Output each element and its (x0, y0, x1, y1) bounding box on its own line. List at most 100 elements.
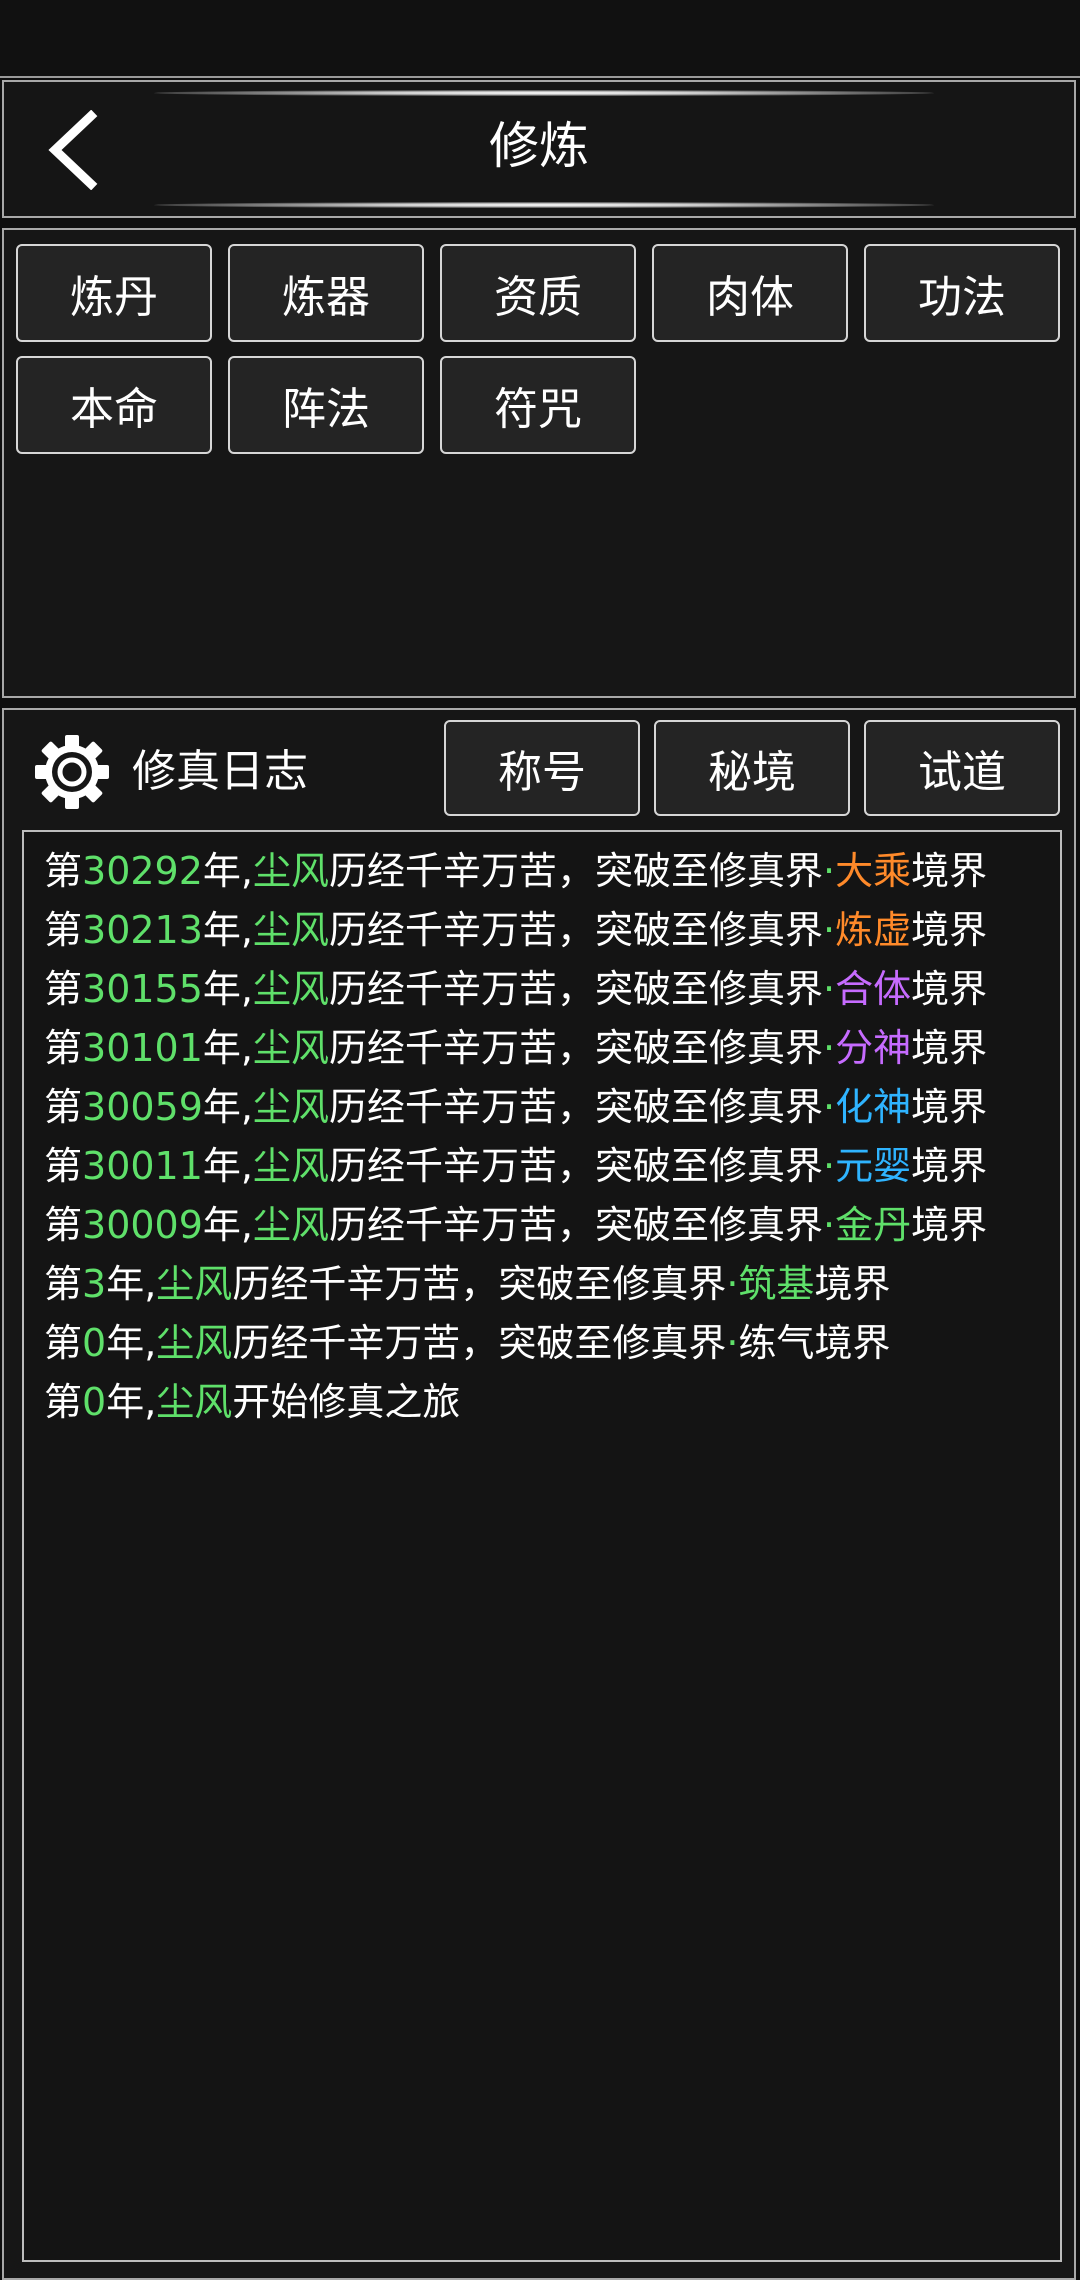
header-glow-top (154, 90, 934, 96)
log-entry: 第0年,尘风历经千辛万苦，突破至修真界·练气境界 (44, 1314, 1060, 1373)
skill-panel: 炼丹 炼器 资质 肉体 功法 本命 阵法 符咒 (2, 228, 1076, 698)
log-dot: · (823, 908, 836, 952)
log-text: 历经千辛万苦，突破至修真界 (329, 1085, 824, 1129)
skill-button-formation[interactable]: 阵法 (228, 356, 424, 454)
tab-title[interactable]: 称号 (444, 720, 640, 816)
log-prefix: 第 (44, 1144, 83, 1188)
tab-trial[interactable]: 试道 (864, 720, 1060, 816)
log-text: 开始修真之旅 (232, 1380, 461, 1424)
log-year-suffix: 年, (202, 1203, 253, 1247)
log-character-name: 尘风 (253, 908, 330, 952)
log-list: 第30292年,尘风历经千辛万苦，突破至修真界·大乘境界 第30213年,尘风历经… (22, 830, 1062, 2262)
log-realm-suffix: 境界 (911, 1203, 988, 1247)
header-bar: 修炼 (2, 80, 1076, 218)
log-prefix: 第 (44, 908, 83, 952)
log-realm-suffix: 境界 (911, 1085, 988, 1129)
log-entry: 第3年,尘风历经千辛万苦，突破至修真界·筑基境界 (44, 1255, 1060, 1314)
skill-button-talisman[interactable]: 符咒 (440, 356, 636, 454)
log-year: 30009 (82, 1203, 203, 1247)
log-dot: · (823, 1085, 836, 1129)
log-entry: 第30155年,尘风历经千辛万苦，突破至修真界·合体境界 (44, 960, 1060, 1019)
log-prefix: 第 (44, 1380, 83, 1424)
log-dot: · (823, 967, 836, 1011)
log-year-suffix: 年, (202, 849, 253, 893)
log-entry: 第30059年,尘风历经千辛万苦，突破至修真界·化神境界 (44, 1078, 1060, 1137)
log-text: 历经千辛万苦，突破至修真界 (329, 908, 824, 952)
skill-button-refining[interactable]: 炼器 (228, 244, 424, 342)
log-year-suffix: 年, (202, 1026, 253, 1070)
log-year-suffix: 年, (202, 1085, 253, 1129)
log-year: 30155 (82, 967, 203, 1011)
log-realm-suffix: 境界 (911, 967, 988, 1011)
log-prefix: 第 (44, 1203, 83, 1247)
log-panel: 修真日志 称号 秘境 试道 第30292年,尘风历经千辛万苦，突破至修真界·大乘… (2, 708, 1076, 2280)
log-realm: 炼虚 (835, 908, 912, 952)
log-year-suffix: 年, (106, 1262, 157, 1306)
log-year-suffix: 年, (202, 967, 253, 1011)
log-prefix: 第 (44, 849, 83, 893)
log-dot: · (726, 1321, 739, 1365)
log-year: 30292 (82, 849, 203, 893)
log-entry: 第30292年,尘风历经千辛万苦，突破至修真界·大乘境界 (44, 842, 1060, 901)
log-dot: · (726, 1262, 739, 1306)
log-realm: 分神 (835, 1026, 912, 1070)
log-text: 历经千辛万苦，突破至修真界 (329, 849, 824, 893)
skill-button-aptitude[interactable]: 资质 (440, 244, 636, 342)
log-text: 历经千辛万苦，突破至修真界 (329, 1203, 824, 1247)
log-year-suffix: 年, (202, 1144, 253, 1188)
log-realm: 化神 (835, 1085, 912, 1129)
log-dot: · (823, 849, 836, 893)
log-prefix: 第 (44, 1321, 83, 1365)
log-character-name: 尘风 (156, 1262, 233, 1306)
log-realm-suffix: 境界 (911, 849, 988, 893)
log-prefix: 第 (44, 1026, 83, 1070)
status-bar (0, 0, 1080, 78)
log-dot: · (823, 1026, 836, 1070)
log-realm: 元婴 (835, 1144, 912, 1188)
log-prefix: 第 (44, 967, 83, 1011)
log-text: 历经千辛万苦，突破至修真界 (232, 1321, 727, 1365)
log-realm: 金丹 (835, 1203, 912, 1247)
log-character-name: 尘风 (253, 1085, 330, 1129)
skill-button-natal[interactable]: 本命 (16, 356, 212, 454)
log-realm: 大乘 (835, 849, 912, 893)
log-entry: 第30011年,尘风历经千辛万苦，突破至修真界·元婴境界 (44, 1137, 1060, 1196)
log-year: 0 (82, 1321, 107, 1365)
log-character-name: 尘风 (253, 1203, 330, 1247)
log-realm: 合体 (835, 967, 912, 1011)
log-character-name: 尘风 (253, 967, 330, 1011)
log-prefix: 第 (44, 1262, 83, 1306)
log-realm-suffix: 境界 (814, 1262, 891, 1306)
log-text: 历经千辛万苦，突破至修真界 (329, 967, 824, 1011)
skill-button-technique[interactable]: 功法 (864, 244, 1060, 342)
log-entry: 第0年,尘风开始修真之旅 (44, 1373, 1060, 1432)
log-year-suffix: 年, (106, 1380, 157, 1424)
log-realm-suffix: 境界 (911, 1026, 988, 1070)
log-text: 历经千辛万苦，突破至修真界 (329, 1144, 824, 1188)
log-year-suffix: 年, (202, 908, 253, 952)
tab-secret-realm[interactable]: 秘境 (654, 720, 850, 816)
log-dot: · (823, 1203, 836, 1247)
log-title: 修真日志 (132, 746, 308, 797)
log-text: 历经千辛万苦，突破至修真界 (232, 1262, 727, 1306)
log-year: 0 (82, 1380, 107, 1424)
log-character-name: 尘风 (253, 1026, 330, 1070)
page-title: 修炼 (489, 117, 589, 175)
gear-icon[interactable] (34, 734, 110, 810)
log-dot: · (823, 1144, 836, 1188)
skill-button-body[interactable]: 肉体 (652, 244, 848, 342)
log-prefix: 第 (44, 1085, 83, 1129)
log-realm: 练气 (738, 1321, 815, 1365)
log-text: 历经千辛万苦，突破至修真界 (329, 1026, 824, 1070)
log-entry: 第30101年,尘风历经千辛万苦，突破至修真界·分神境界 (44, 1019, 1060, 1078)
log-entry: 第30009年,尘风历经千辛万苦，突破至修真界·金丹境界 (44, 1196, 1060, 1255)
header-glow-bottom (154, 202, 934, 208)
log-year: 30011 (82, 1144, 203, 1188)
log-character-name: 尘风 (156, 1321, 233, 1365)
log-year: 30101 (82, 1026, 203, 1070)
skill-button-alchemy[interactable]: 炼丹 (16, 244, 212, 342)
log-character-name: 尘风 (253, 1144, 330, 1188)
log-realm: 筑基 (738, 1262, 815, 1306)
log-year-suffix: 年, (106, 1321, 157, 1365)
log-entry: 第30213年,尘风历经千辛万苦，突破至修真界·炼虚境界 (44, 901, 1060, 960)
